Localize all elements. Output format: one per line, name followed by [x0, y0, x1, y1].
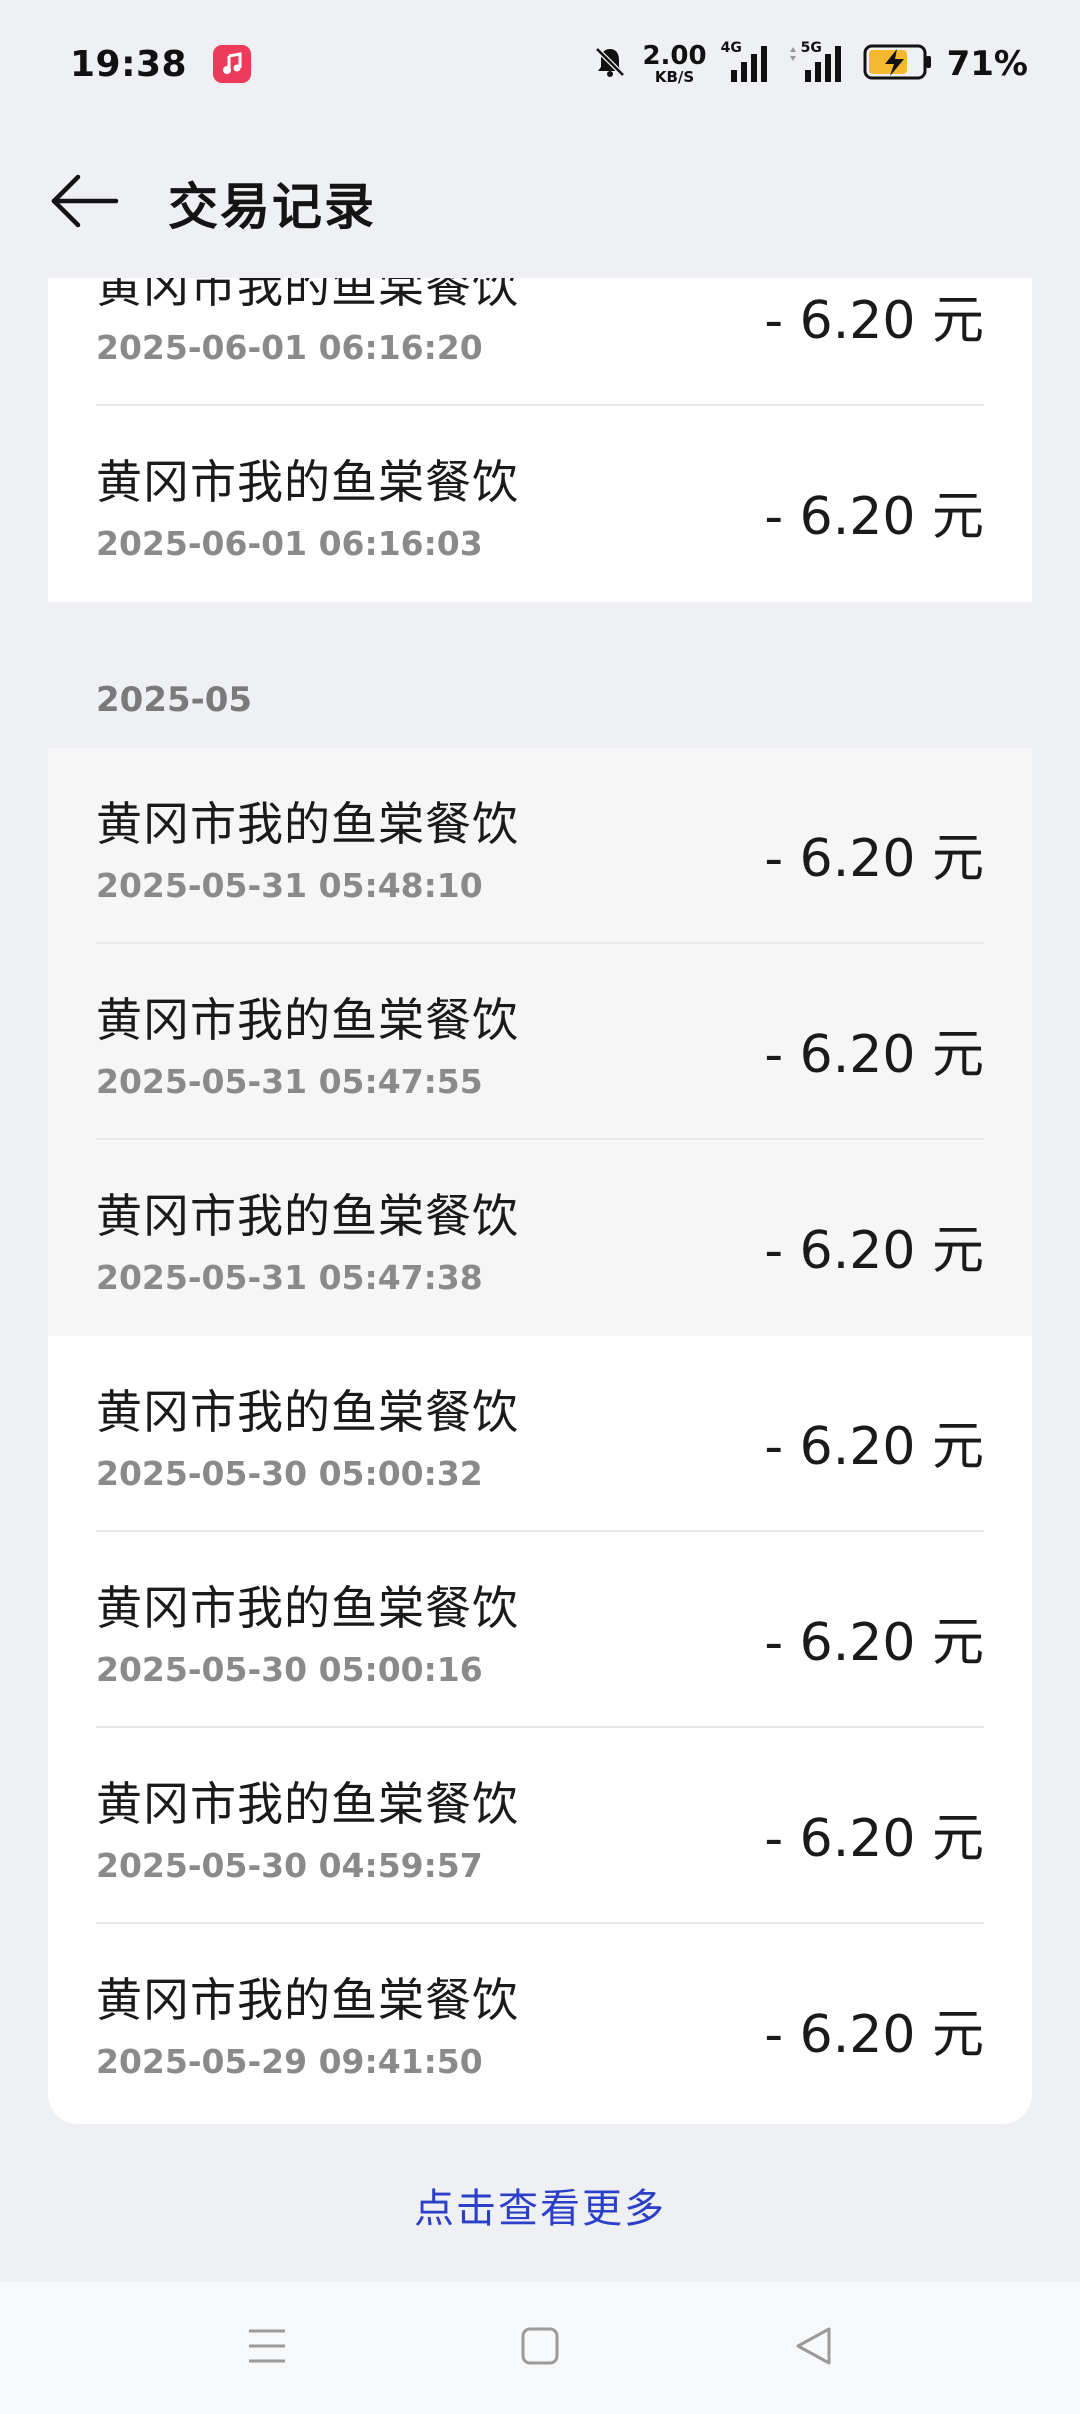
transaction-datetime: 2025-05-30 04:59:57	[96, 1846, 483, 1885]
merchant-name: 黄冈市我的鱼棠餐饮	[96, 455, 519, 509]
network-speed-value: 2.00	[642, 41, 707, 71]
merchant-name: 黄冈市我的鱼棠餐饮	[96, 1189, 519, 1243]
arrow-left-icon	[50, 173, 120, 233]
transaction-datetime: 2025-05-30 05:00:16	[96, 1650, 483, 1689]
transaction-row[interactable]: 黄冈市我的鱼棠餐饮 2025-05-31 05:47:55 - 6.20 元	[48, 944, 1032, 1140]
status-time: 19:38	[70, 43, 188, 85]
network-speed: 2.00 KB/S	[642, 43, 706, 85]
transaction-list-june: 黄冈市我的鱼棠餐饮 2025-06-01 06:16:20 - 6.20 元 黄…	[48, 278, 1032, 602]
music-app-icon	[213, 45, 252, 83]
merchant-name: 黄冈市我的鱼棠餐饮	[96, 1777, 519, 1831]
sim2-network-tag: 5G	[800, 40, 822, 56]
transaction-amount: - 6.20 元	[764, 2005, 984, 2065]
transaction-amount: - 6.20 元	[764, 487, 984, 547]
signal-sim2-icon: 5G	[787, 40, 849, 84]
system-navigation-bar	[0, 2282, 1080, 2414]
transaction-row[interactable]: 黄冈市我的鱼棠餐饮 2025-06-01 06:16:03 - 6.20 元	[48, 406, 1032, 602]
screen: 19:38 2.00 KB/S 4G 5G 71% 交易记录 黄冈市我的鱼棠餐饮…	[0, 0, 1080, 2414]
view-more-link[interactable]: 点击查看更多	[0, 2176, 1080, 2234]
transaction-row[interactable]: 黄冈市我的鱼棠餐饮 2025-06-01 06:16:20 - 6.20 元	[48, 278, 1032, 406]
transaction-amount: - 6.20 元	[764, 1417, 984, 1477]
transaction-amount: - 6.20 元	[764, 1613, 984, 1673]
transaction-amount: - 6.20 元	[764, 1025, 984, 1085]
transaction-row[interactable]: 黄冈市我的鱼棠餐饮 2025-05-30 04:59:57 - 6.20 元	[48, 1728, 1032, 1924]
transaction-datetime: 2025-05-31 05:48:10	[96, 866, 483, 905]
nav-home-button[interactable]	[500, 2308, 580, 2388]
square-home-icon	[520, 2326, 560, 2370]
merchant-name: 黄冈市我的鱼棠餐饮	[96, 797, 519, 851]
transaction-list-may: 黄冈市我的鱼棠餐饮 2025-05-31 05:48:10 - 6.20 元 黄…	[48, 748, 1032, 2124]
sim1-network-tag: 4G	[720, 40, 742, 56]
status-bar: 19:38 2.00 KB/S 4G 5G 71%	[0, 0, 1080, 128]
transaction-row[interactable]: 黄冈市我的鱼棠餐饮 2025-05-31 05:48:10 - 6.20 元	[48, 748, 1032, 944]
battery-charging-icon	[863, 43, 933, 85]
network-speed-unit: KB/S	[654, 68, 695, 86]
transaction-datetime: 2025-05-31 05:47:38	[96, 1258, 483, 1297]
back-button[interactable]	[50, 173, 120, 233]
nav-back-button[interactable]	[773, 2308, 853, 2388]
bell-off-icon	[592, 44, 628, 84]
transaction-row[interactable]: 黄冈市我的鱼棠餐饮 2025-05-30 05:00:16 - 6.20 元	[48, 1532, 1032, 1728]
transaction-row[interactable]: 黄冈市我的鱼棠餐饮 2025-05-31 05:47:38 - 6.20 元	[48, 1140, 1032, 1336]
transaction-datetime: 2025-05-30 05:00:32	[96, 1454, 483, 1493]
merchant-name: 黄冈市我的鱼棠餐饮	[96, 1385, 519, 1439]
page-title: 交易记录	[168, 178, 376, 236]
transaction-row[interactable]: 黄冈市我的鱼棠餐饮 2025-05-29 09:41:50 - 6.20 元	[48, 1924, 1032, 2120]
month-section-header: 2025-05	[96, 680, 253, 720]
transaction-datetime: 2025-05-29 09:41:50	[96, 2042, 483, 2081]
transaction-datetime: 2025-06-01 06:16:20	[96, 328, 483, 367]
triangle-back-icon	[793, 2325, 833, 2371]
transaction-datetime: 2025-06-01 06:16:03	[96, 524, 483, 563]
status-left: 19:38	[70, 43, 252, 85]
app-header: 交易记录	[0, 128, 1080, 278]
transaction-amount: - 6.20 元	[764, 291, 984, 351]
nav-menu-button[interactable]	[227, 2308, 307, 2388]
battery-percent: 71%	[946, 44, 1028, 84]
merchant-name: 黄冈市我的鱼棠餐饮	[96, 1973, 519, 2027]
transaction-row[interactable]: 黄冈市我的鱼棠餐饮 2025-05-30 05:00:32 - 6.20 元	[48, 1336, 1032, 1532]
merchant-name: 黄冈市我的鱼棠餐饮	[96, 993, 519, 1047]
merchant-name: 黄冈市我的鱼棠餐饮	[96, 278, 519, 313]
transaction-datetime: 2025-05-31 05:47:55	[96, 1062, 483, 1101]
transaction-amount: - 6.20 元	[764, 829, 984, 889]
signal-sim1-icon: 4G	[721, 40, 773, 84]
menu-lines-icon	[247, 2327, 287, 2369]
status-right: 2.00 KB/S 4G 5G 71%	[592, 40, 1028, 85]
transaction-amount: - 6.20 元	[764, 1221, 984, 1281]
merchant-name: 黄冈市我的鱼棠餐饮	[96, 1581, 519, 1635]
transaction-amount: - 6.20 元	[764, 1809, 984, 1869]
